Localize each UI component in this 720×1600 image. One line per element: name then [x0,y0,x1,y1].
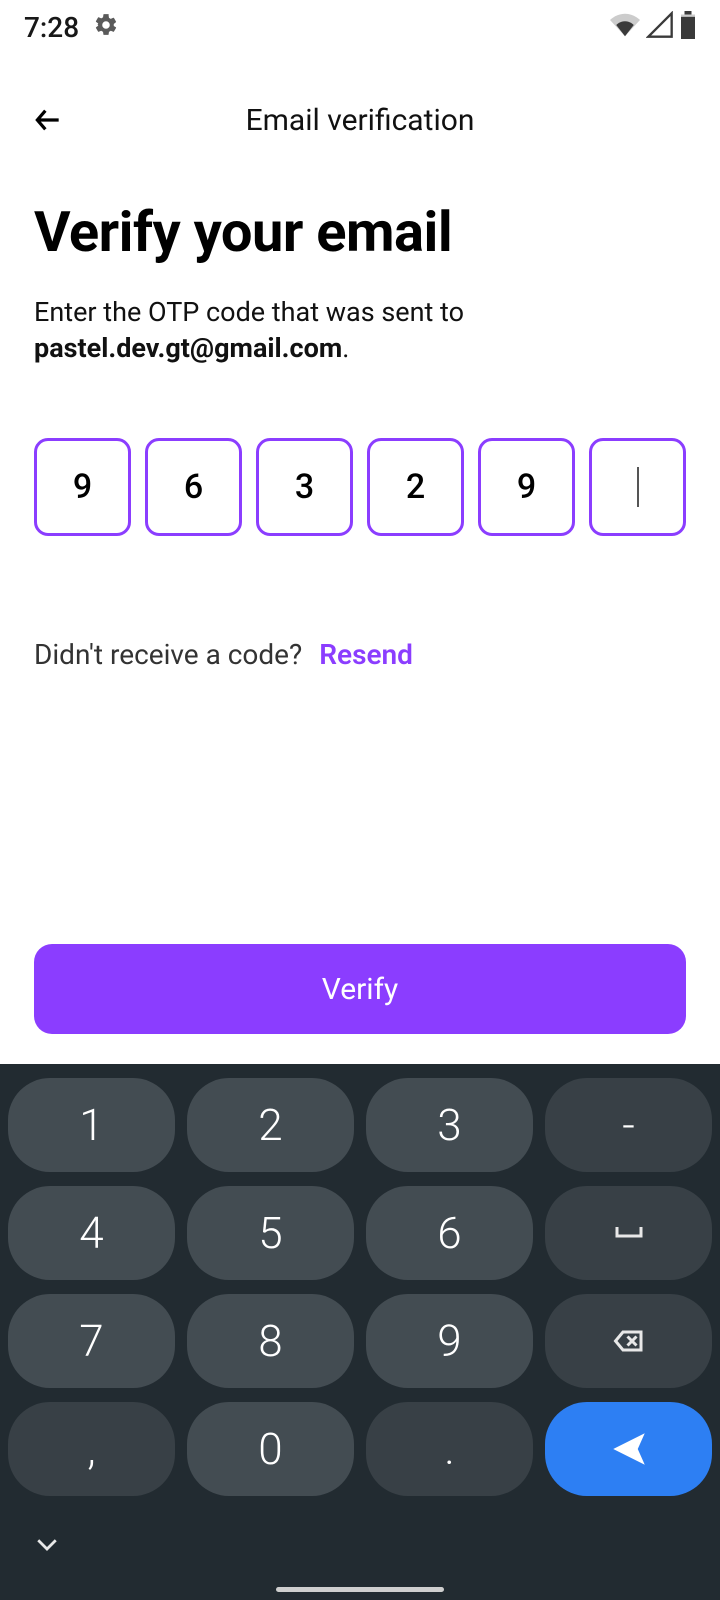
otp-digit-1[interactable]: 9 [34,438,131,536]
back-button[interactable] [24,96,72,144]
page-title: Email verification [0,103,720,138]
otp-digit-6[interactable] [589,438,686,536]
status-bar: 7:28 [0,0,720,54]
key-comma[interactable]: , [8,1402,175,1496]
battery-icon [680,11,696,43]
main-heading: Verify your email [34,202,686,264]
key-4[interactable]: 4 [8,1186,175,1280]
key-8[interactable]: 8 [187,1294,354,1388]
verify-button[interactable]: Verify [34,944,686,1034]
otp-digit-5[interactable]: 9 [478,438,575,536]
resend-link[interactable]: Resend [319,638,413,671]
key-backspace[interactable] [545,1294,712,1388]
nav-handle[interactable] [276,1587,444,1592]
gear-icon [93,12,119,42]
key-1[interactable]: 1 [8,1078,175,1172]
verify-label: Verify [322,972,398,1007]
resend-row: Didn't receive a code? Resend [34,638,686,671]
key-2[interactable]: 2 [187,1078,354,1172]
cell-signal-icon [646,11,674,43]
numeric-keyboard: 1 2 3 - 4 5 6 7 8 9 , 0 . [0,1064,720,1600]
key-9[interactable]: 9 [366,1294,533,1388]
key-space[interactable] [545,1186,712,1280]
key-6[interactable]: 6 [366,1186,533,1280]
email-address: pastel.dev.gt@gmail.com [34,332,342,364]
instruction-prefix: Enter the OTP code that was sent to [34,296,464,328]
key-send[interactable] [545,1402,712,1496]
resend-question: Didn't receive a code? [34,638,302,671]
key-5[interactable]: 5 [187,1186,354,1280]
instruction-suffix: . [342,332,349,364]
wifi-icon [610,10,640,44]
keyboard-collapse-icon[interactable] [32,1529,62,1563]
instruction-text: Enter the OTP code that was sent to past… [34,294,686,367]
key-0[interactable]: 0 [187,1402,354,1496]
key-7[interactable]: 7 [8,1294,175,1388]
key-3[interactable]: 3 [366,1078,533,1172]
key-dash[interactable]: - [545,1078,712,1172]
otp-digit-3[interactable]: 3 [256,438,353,536]
app-header: Email verification [0,74,720,166]
otp-digit-4[interactable]: 2 [367,438,464,536]
otp-digit-2[interactable]: 6 [145,438,242,536]
status-time: 7:28 [24,11,79,44]
otp-input-row: 9 6 3 2 9 [34,438,686,536]
key-period[interactable]: . [366,1402,533,1496]
